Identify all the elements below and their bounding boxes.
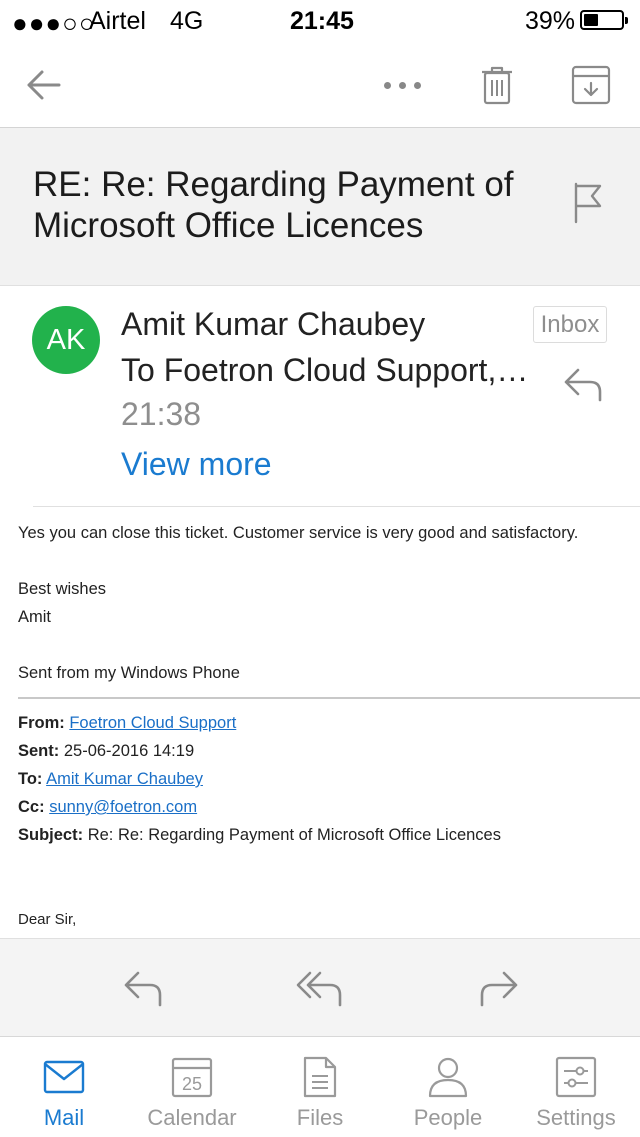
reply-all-icon (296, 971, 342, 1007)
battery-icon (580, 10, 628, 30)
more-options-button[interactable] (372, 42, 432, 128)
tab-label: Settings (536, 1105, 616, 1130)
reply-all-button[interactable] (296, 967, 344, 1009)
meta-label: To: (18, 770, 43, 788)
tab-settings[interactable]: Settings (512, 1037, 640, 1137)
network-type: 4G (170, 7, 204, 35)
quoted-subject: Subject: Re: Re: Regarding Payment of Mi… (18, 826, 501, 845)
reply-icon (564, 368, 602, 402)
quick-reply-button[interactable] (562, 364, 604, 404)
tab-mail[interactable]: Mail (0, 1037, 128, 1137)
body-line: Yes you can close this ticket. Customer … (18, 524, 579, 542)
trash-icon (482, 66, 512, 105)
battery-level-fill (584, 14, 598, 26)
more-horizontal-icon (383, 81, 391, 89)
meta-label: From: (18, 714, 65, 732)
message-subject: RE: Re: Regarding Payment of Microsoft O… (33, 165, 514, 245)
tab-files[interactable]: Files (256, 1037, 384, 1137)
carrier-name: Airtel (89, 7, 146, 35)
meta-label: Sent: (18, 742, 60, 760)
arrow-left-icon (27, 70, 61, 100)
sliders-icon (555, 1056, 597, 1098)
archive-button[interactable] (566, 42, 616, 128)
quoted-sent-value: 25-06-2016 14:19 (63, 742, 195, 760)
quoted-subject-value: Re: Re: Regarding Payment of Microsoft O… (87, 826, 501, 844)
subject-header: RE: Re: Regarding Payment of Microsoft O… (0, 128, 640, 286)
signal-strength-icon: ●●●○○ (12, 8, 96, 38)
quoted-from-link[interactable]: Foetron Cloud Support (69, 714, 236, 732)
message-action-bar (0, 938, 640, 1036)
header-divider (33, 506, 640, 507)
reply-button[interactable] (120, 967, 168, 1009)
delete-button[interactable] (474, 42, 520, 128)
quoted-to: To: Amit Kumar Chaubey (18, 770, 203, 789)
quoted-sent: Sent: 25-06-2016 14:19 (18, 742, 194, 761)
more-dot (413, 81, 421, 89)
tab-calendar[interactable]: 25 Calendar (128, 1037, 256, 1137)
quote-divider (18, 697, 640, 699)
body-line: Amit (18, 608, 51, 626)
sender-name[interactable]: Amit Kumar Chaubey (121, 306, 425, 343)
quoted-cc-link[interactable]: sunny@foetron.com (49, 798, 197, 816)
message-time: 21:38 (121, 396, 202, 432)
meta-label: Subject: (18, 826, 84, 844)
quoted-cc: Cc: sunny@foetron.com (18, 798, 197, 817)
sender-avatar[interactable]: AK (32, 306, 100, 374)
meta-label: Cc: (18, 798, 45, 816)
more-dot (398, 81, 406, 89)
reply-icon (124, 971, 162, 1007)
file-icon (303, 1056, 337, 1098)
forward-icon (480, 971, 518, 1007)
tab-label: Files (296, 1105, 344, 1130)
forward-button[interactable] (474, 967, 522, 1009)
flag-icon (574, 182, 602, 224)
person-icon (428, 1057, 468, 1098)
status-bar: ●●●○○ Airtel 4G 21:45 39% (0, 0, 640, 42)
tab-people[interactable]: People (384, 1037, 512, 1137)
quoted-greeting: Dear Sir, (18, 911, 77, 928)
calendar-icon: 25 (171, 1057, 213, 1098)
recipient-text: To Foetron Cloud Support,… (121, 352, 529, 388)
battery-percent: 39% (525, 7, 576, 35)
recipient-line: To Foetron Cloud Support,… (121, 352, 541, 389)
tab-label: Calendar (147, 1105, 237, 1130)
body-line: Best wishes (18, 580, 107, 598)
tab-label: Mail (43, 1105, 85, 1130)
calendar-date-badge: 25 (182, 1074, 202, 1094)
view-more-link[interactable]: View more (121, 446, 272, 483)
bottom-tab-bar: Mail 25 Calendar Files People Settings (0, 1036, 640, 1136)
folder-badge: Inbox (533, 306, 607, 343)
back-button[interactable] (18, 42, 68, 128)
quoted-to-link[interactable]: Amit Kumar Chaubey (46, 770, 203, 788)
flag-button[interactable] (570, 180, 606, 226)
body-line: Sent from my Windows Phone (18, 664, 240, 682)
message-toolbar (0, 42, 640, 128)
tab-label: People (413, 1105, 483, 1130)
quoted-from: From: Foetron Cloud Support (18, 714, 236, 733)
mail-icon (43, 1060, 85, 1094)
status-time: 21:45 (290, 7, 354, 35)
archive-box-icon (571, 65, 611, 105)
